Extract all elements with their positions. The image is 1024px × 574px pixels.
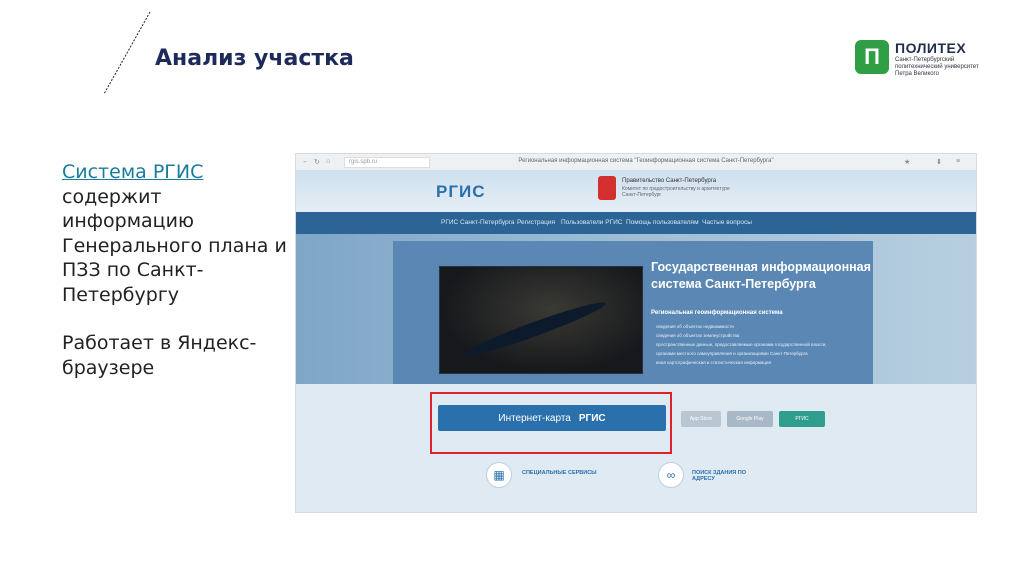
app-store-badge: App Store	[681, 411, 721, 427]
bookmark-icon: ★	[904, 159, 911, 166]
hero-list: сведения об объектах недвижимости сведен…	[656, 322, 836, 367]
rgis-website-screenshot: ← ↻ ⌂ rgis.spb.ru Региональная информаци…	[295, 153, 977, 513]
address-bar: rgis.spb.ru	[344, 157, 430, 168]
browser-toolbar: ← ↻ ⌂ rgis.spb.ru Региональная информаци…	[296, 154, 976, 171]
highlight-frame	[430, 392, 672, 454]
rgis-app-badge: РГИС	[779, 411, 825, 427]
nav-item: Пользователи РГИС	[561, 219, 623, 226]
address-search-label: ПОИСК ЗДАНИЯ ПО АДРЕСУ	[692, 470, 747, 482]
description-text: Система РГИС содержит информацию Генерал…	[62, 160, 287, 380]
menu-icon: ≡	[956, 158, 961, 165]
reload-icon: ↻	[314, 159, 320, 166]
city-map-image	[439, 266, 643, 374]
rgis-link[interactable]: Система РГИС	[62, 161, 203, 183]
government-block: Правительство Санкт-Петербурга Комитет п…	[598, 176, 748, 204]
hero-list-item: иная картографическая и статистическая и…	[656, 360, 771, 365]
nav-item: Помощь пользователям	[626, 219, 699, 226]
nav-item: Регистрация	[517, 219, 555, 226]
gov-line-1: Правительство Санкт-Петербурга	[622, 178, 717, 184]
google-play-badge: Google Play	[727, 411, 773, 427]
decorative-slash	[103, 11, 151, 95]
rgis-logo: РГИС	[436, 182, 486, 201]
home-icon: ⌂	[326, 158, 331, 165]
nav-item: Частые вопросы	[702, 219, 752, 226]
emblem-icon	[598, 176, 616, 200]
politech-logo: П ПОЛИТЕХ Санкт-Петербургский политехнич…	[855, 40, 995, 80]
hero-list-item: сведения об объектах землеустройства	[656, 333, 740, 338]
paragraph-1-text: содержит информацию Генерального плана и…	[62, 185, 287, 306]
gov-line-2: Комитет по градостроительству и архитект…	[622, 186, 730, 198]
rgis-header: РГИС Правительство Санкт-Петербурга Коми…	[296, 170, 976, 212]
hero-subtitle: Региональная геоинформационная система	[651, 310, 783, 316]
slide-title: Анализ участка	[155, 46, 354, 71]
politech-logo-icon: П	[855, 40, 889, 74]
rgis-hero: Государственная информационная система С…	[296, 234, 976, 387]
binoculars-icon: ∞	[658, 462, 684, 488]
nav-item: РГИС Санкт-Петербурга	[441, 219, 515, 226]
special-services-label: СПЕЦИАЛЬНЫЕ СЕРВИСЫ	[522, 470, 597, 476]
logo-name: ПОЛИТЕХ	[895, 40, 967, 56]
download-icon: ⬇	[936, 159, 942, 166]
rgis-nav: РГИС Санкт-Петербурга Регистрация Пользо…	[296, 212, 976, 234]
hero-list-item: сведения об объектах недвижимости	[656, 324, 734, 329]
paragraph-1: Система РГИС содержит информацию Генерал…	[62, 160, 287, 307]
hero-title: Государственная информационная система С…	[651, 260, 871, 291]
paragraph-2: Работает в Яндекс-браузере	[62, 332, 257, 379]
back-icon: ←	[302, 158, 309, 165]
special-services-icon: ▦	[486, 462, 512, 488]
browser-page-title: Региональная информационная система "Гео…	[518, 158, 774, 164]
hero-list-item: пространственные данные, предоставляемые…	[656, 342, 827, 356]
logo-subtitle: Санкт-Петербургский политехнический унив…	[895, 57, 979, 77]
